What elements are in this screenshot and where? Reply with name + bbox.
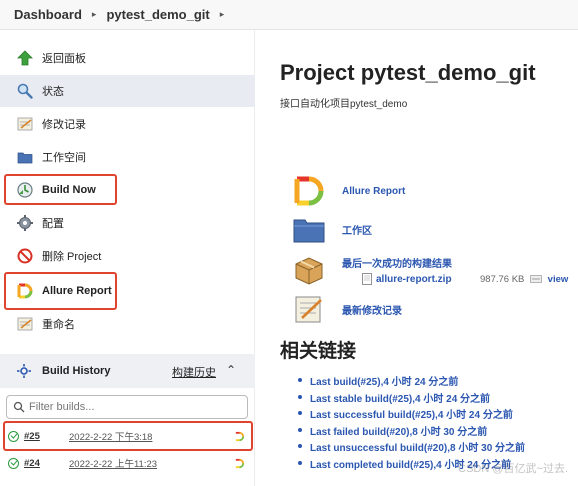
jenkins-project-page: Dashboard ▸ pytest_demo_git ▸ 返回面板 状态 修改… (0, 0, 578, 486)
sidebar-item-status[interactable]: 状态 (0, 75, 255, 107)
link-last-unsuccessful-build[interactable]: Last unsuccessful build(#20),8 小时 30 分之前 (298, 439, 525, 456)
sidebar-item-workspace[interactable]: 工作空间 (0, 141, 255, 173)
sidebar-item-label: 工作空间 (42, 152, 86, 164)
filter-builds-box (6, 395, 248, 419)
sidebar-item-changes[interactable]: 修改记录 (0, 108, 255, 140)
action-workspace[interactable]: 工作区 (292, 212, 372, 246)
highlight-allure-report (4, 272, 117, 310)
allure-report-link[interactable]: Allure Report (342, 186, 405, 197)
main-content: Project pytest_demo_git 接口自动化项目pytest_de… (256, 30, 578, 486)
search-icon (17, 83, 33, 99)
breadcrumb-chevron-icon[interactable]: ▸ (92, 9, 97, 20)
fingerprint-icon (530, 275, 542, 284)
notepad-icon (295, 296, 322, 323)
artifact-size: 987.76 KB view (480, 274, 568, 285)
up-arrow-icon (17, 50, 33, 66)
file-icon (362, 273, 372, 285)
search-icon (13, 401, 25, 413)
breadcrumb: Dashboard ▸ pytest_demo_git ▸ (0, 0, 578, 30)
link-last-stable-build[interactable]: Last stable build(#25),4 小时 24 分之前 (298, 390, 525, 407)
action-last-successful-artifacts (292, 252, 326, 286)
build-history-title: Build History (42, 365, 111, 377)
breadcrumb-project[interactable]: pytest_demo_git (106, 7, 209, 22)
last-successful-artifacts-title: 最后一次成功的构建结果 (342, 259, 452, 270)
allure-logo-icon[interactable] (234, 458, 245, 469)
artifact-view-link[interactable]: view (548, 274, 569, 285)
notepad-icon (17, 317, 33, 331)
sidebar-item-rename[interactable]: 重命名 (0, 308, 255, 340)
sidebar-item-back-to-dashboard[interactable]: 返回面板 (0, 42, 255, 74)
build-trend-link[interactable]: 构建历史 (172, 364, 216, 380)
artifact-size-value: 987.76 KB (480, 274, 525, 285)
chevron-up-icon[interactable]: ⌃ (226, 363, 236, 377)
project-description: 接口自动化项目pytest_demo (280, 99, 408, 110)
breadcrumb-dashboard[interactable]: Dashboard (14, 7, 82, 22)
action-recent-changes[interactable]: 最新修改记录 (292, 292, 402, 326)
sidebar-item-label: 返回面板 (42, 53, 86, 65)
allure-logo-icon (294, 176, 324, 206)
gear-icon (17, 215, 33, 231)
filter-builds-input[interactable] (29, 401, 229, 413)
link-last-build[interactable]: Last build(#25),4 小时 24 分之前 (298, 373, 525, 390)
highlight-build-25 (3, 421, 253, 451)
workspace-link[interactable]: 工作区 (342, 222, 372, 237)
build-number-link[interactable]: #24 (24, 458, 69, 469)
sidebar-item-label: 配置 (42, 218, 64, 230)
link-last-successful-build[interactable]: Last successful build(#25),4 小时 24 分之前 (298, 406, 525, 423)
recent-changes-link[interactable]: 最新修改记录 (342, 302, 402, 317)
sidebar-item-configure[interactable]: 配置 (0, 207, 255, 239)
build-date-link[interactable]: 2022-2-22 上午11:23 (69, 456, 157, 470)
related-links-list: Last build(#25),4 小时 24 分之前 Last stable … (298, 373, 525, 472)
build-history-icon (17, 364, 31, 378)
sidebar: 返回面板 状态 修改记录 工作空间 Build Now 配置 删除 Projec… (0, 30, 255, 486)
sidebar-item-label: 修改记录 (42, 119, 86, 131)
sidebar-item-label: 重命名 (42, 319, 75, 331)
folder-icon (293, 219, 325, 243)
related-links-title: 相关链接 (280, 341, 357, 362)
build-row[interactable]: #24 2022-2-22 上午11:23 (0, 449, 255, 477)
artifact-file-link[interactable]: allure-report.zip (376, 274, 452, 285)
csdn-watermark: CSDN @百亿武~过去. (458, 463, 568, 475)
action-allure-report[interactable]: Allure Report (292, 174, 405, 208)
page-title: Project pytest_demo_git (280, 60, 536, 85)
sidebar-item-label: 状态 (42, 86, 64, 98)
breadcrumb-chevron-icon[interactable]: ▸ (220, 9, 225, 20)
artifact-file[interactable]: allure-report.zip (362, 273, 452, 285)
notepad-icon (17, 117, 33, 131)
folder-icon (17, 152, 33, 164)
build-history-header: Build History 构建历史 ⌃ (0, 354, 255, 388)
highlight-build-now (4, 174, 117, 205)
sidebar-item-label: 删除 Project (42, 251, 102, 263)
link-last-failed-build[interactable]: Last failed build(#20),8 小时 30 分之前 (298, 423, 525, 440)
sidebar-item-delete-project[interactable]: 删除 Project (0, 240, 255, 272)
package-box-icon (295, 257, 323, 285)
no-entry-icon (17, 248, 33, 264)
success-check-icon (8, 457, 19, 469)
